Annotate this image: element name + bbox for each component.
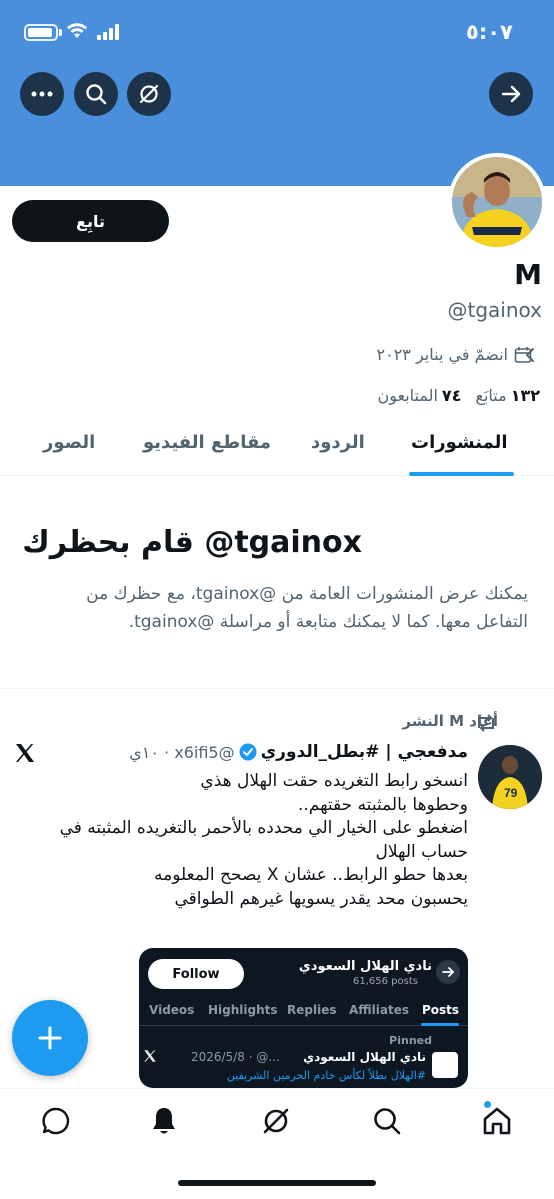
svg-text:79: 79 — [504, 786, 518, 800]
media-arrow-icon — [436, 960, 460, 984]
media-tab: Replies — [287, 1003, 337, 1017]
battery-tip — [59, 29, 62, 36]
chevron-left-icon[interactable] — [524, 346, 536, 364]
tweet-line: انسخو رابط التغريده حقت الهلال هذي — [200, 771, 468, 791]
repost-icon — [478, 714, 494, 732]
profile-name: M — [514, 258, 542, 291]
tweet-meta: @x6ifi5 · ١٠ي — [129, 742, 235, 762]
home-indicator[interactable] — [178, 1180, 376, 1186]
media-tabs: Videos Highlights Replies Affiliates Pos… — [139, 996, 468, 1026]
media-date: 2026/5/8 · @... — [191, 1050, 280, 1064]
tweet-display-name[interactable]: مدفعجي | #بطل_الدوري — [261, 742, 468, 762]
tab-replies[interactable]: الردود — [311, 432, 365, 453]
back-button[interactable] — [489, 72, 533, 116]
status-bar: ٥:٠٧ — [0, 0, 554, 62]
joined-text: انضمّ في يناير ٢٠٢٣ — [376, 345, 508, 364]
x-logo-icon — [144, 1050, 156, 1062]
avatar-image — [452, 157, 542, 247]
following-count: ١٣٢ — [510, 386, 540, 405]
tweet-avatar-image: 79 — [478, 745, 542, 809]
grok-button[interactable] — [127, 72, 171, 116]
profile-avatar[interactable] — [448, 153, 546, 251]
tweet-header: مدفعجي | #بطل_الدوري @x6ifi5 · ١٠ي — [129, 742, 468, 762]
joined-date: انضمّ في يناير ٢٠٢٣ — [377, 345, 532, 364]
media-pinned-label: Pinned — [389, 1034, 432, 1047]
notifications-icon[interactable] — [148, 1105, 180, 1137]
media-tab-indicator — [421, 1023, 459, 1026]
profile-tabs: المنشورات الردود مقاطع الفيديو الصور — [0, 418, 554, 476]
search-icon[interactable] — [371, 1105, 403, 1137]
wifi-icon — [67, 23, 87, 38]
search-button[interactable] — [74, 72, 118, 116]
media-posts-count: 61,656 posts — [353, 976, 418, 987]
blocked-body: يمكنك عرض المنشورات العامة من @tgainox، … — [86, 584, 528, 632]
battery-icon — [24, 24, 58, 41]
arrow-right-icon — [501, 85, 521, 103]
profile-handle: @tgainox — [447, 298, 542, 322]
media-follow-button: Follow — [148, 959, 244, 989]
search-icon — [86, 84, 107, 105]
more-button[interactable] — [20, 72, 64, 116]
x-logo-icon[interactable] — [14, 742, 36, 764]
more-icon — [31, 91, 53, 97]
status-time: ٥:٠٧ — [466, 20, 513, 44]
tweet-line: اضغطو على الخيار الي محدده بالأحمر بالتغ… — [59, 818, 468, 862]
tweet-line: بعدها حطو الرابط.. عشان X يصحح المعلومه — [154, 865, 468, 885]
following-count-link[interactable]: ١٣٢متابَع — [475, 386, 540, 405]
arrow-right-icon — [442, 967, 455, 977]
hilal-logo-icon — [432, 1052, 458, 1078]
grok-icon[interactable] — [260, 1105, 292, 1137]
media-tab: Affiliates — [349, 1003, 410, 1017]
plus-icon — [38, 1026, 62, 1050]
active-tab-indicator — [409, 472, 514, 476]
tweet-media[interactable]: Follow نادي الهلال السعودي 61,656 posts … — [139, 948, 468, 1088]
following-label: متابَع — [475, 386, 507, 405]
media-tab: Highlights — [208, 1003, 278, 1017]
home-icon[interactable] — [481, 1105, 513, 1137]
tweet-line: وحطوها بالمثبته حقتهم.. — [297, 794, 468, 815]
tab-photos[interactable]: الصور — [43, 432, 95, 453]
signal-icon — [97, 24, 119, 40]
followers-count: ٧٤ — [441, 386, 462, 405]
media-inner-line: #الهلال بطلاً لكأس خادم الحرمين الشريفين — [226, 1069, 426, 1082]
messages-icon[interactable] — [40, 1105, 72, 1137]
tweet-line: يحسبون محد يقدر يسويها غيرهم الطواقي — [174, 888, 468, 909]
follow-counts: ١٣٢متابَع ٧٤المتابعون — [377, 386, 540, 405]
grok-icon — [139, 84, 159, 104]
tab-videos[interactable]: مقاطع الفيديو — [143, 432, 271, 453]
followers-label: المتابعون — [377, 386, 438, 405]
media-tab-active: Posts — [422, 1003, 460, 1017]
home-notification-dot — [484, 1101, 491, 1108]
tweet-avatar[interactable]: 79 — [478, 745, 542, 809]
media-club-name: نادي الهلال السعودي — [298, 959, 432, 974]
tab-posts[interactable]: المنشورات — [411, 432, 508, 453]
verified-badge-icon — [239, 743, 257, 761]
followers-count-link[interactable]: ٧٤المتابعون — [377, 386, 461, 405]
tweet-text: انسخو رابط التغريده حقت الهلال هذي وحطوه… — [14, 770, 468, 911]
media-tab: Videos — [149, 1003, 195, 1017]
follow-button[interactable]: تابِع — [12, 200, 169, 242]
media-inner-name: نادي الهلال السعودي — [303, 1050, 426, 1064]
blocked-title: قام بحظرك @tgainox — [22, 525, 362, 560]
compose-button[interactable] — [12, 1000, 88, 1076]
divider — [0, 688, 554, 689]
